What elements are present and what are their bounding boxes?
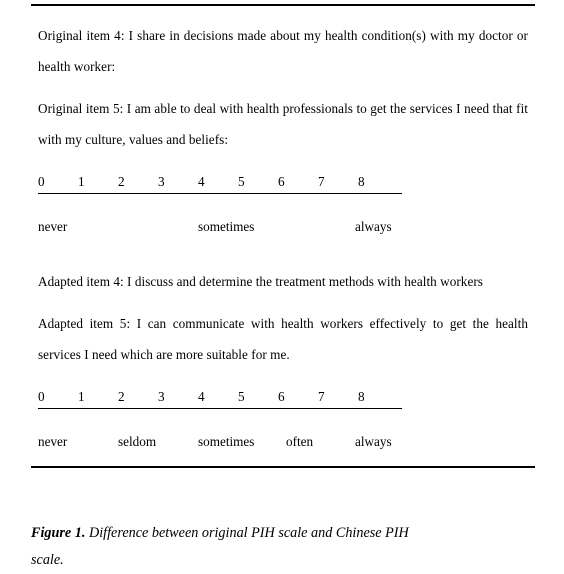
figure-caption-label: Figure 1. (31, 525, 86, 541)
scale-number: 5 (238, 389, 245, 404)
scale-number: 0 (38, 174, 45, 189)
scale-number: 7 (318, 174, 325, 189)
original-scale-anchor-row: never sometimes always (38, 217, 402, 237)
scale-anchor-always: always (355, 219, 392, 234)
scale-anchor-seldom: seldom (118, 434, 157, 449)
scale-number: 0 (38, 389, 45, 404)
original-pih-scale: 0 1 2 3 4 5 6 7 8 never sometimes always (31, 172, 535, 237)
figure-content-box: Original item 4: I share in decisions ma… (31, 4, 535, 468)
scale-number: 6 (278, 174, 285, 189)
scale-number: 1 (78, 174, 85, 189)
figure-caption: Figure 1. Difference between original PI… (31, 520, 535, 574)
scale-number: 3 (158, 389, 165, 404)
scale-number: 1 (78, 389, 85, 404)
scale-number: 6 (278, 389, 285, 404)
document-page: Original item 4: I share in decisions ma… (0, 0, 564, 569)
original-item-4-text: Original item 4: I share in decisions ma… (38, 28, 528, 74)
scale-number: 8 (358, 389, 365, 404)
scale-number: 4 (198, 389, 205, 404)
chinese-pih-scale: 0 1 2 3 4 5 6 7 8 never seldom sometimes… (31, 387, 535, 452)
adapted-item-4-text: Adapted item 4: I discuss and determine … (38, 274, 483, 289)
scale-anchor-never: never (38, 219, 68, 234)
scale-number: 8 (358, 174, 365, 189)
figure-caption-text-line2: scale. (31, 552, 64, 568)
scale-number: 4 (198, 174, 205, 189)
scale-anchor-never: never (38, 434, 68, 449)
scale-number: 7 (318, 389, 325, 404)
original-scale-number-row: 0 1 2 3 4 5 6 7 8 (38, 172, 402, 194)
scale-anchor-often: often (286, 434, 314, 449)
scale-number: 2 (118, 174, 125, 189)
scale-number: 2 (118, 389, 125, 404)
scale-number: 3 (158, 174, 165, 189)
adapted-scale-anchor-row: never seldom sometimes often always (38, 432, 402, 452)
original-item-5-text: Original item 5: I am able to deal with … (38, 101, 528, 147)
adapted-scale-number-row: 0 1 2 3 4 5 6 7 8 (38, 387, 402, 409)
scale-anchor-sometimes: sometimes (198, 219, 255, 234)
figure-caption-text: Difference between original PIH scale an… (85, 525, 409, 541)
scale-anchor-sometimes: sometimes (198, 434, 255, 449)
scale-number: 5 (238, 174, 245, 189)
adapted-item-5-text: Adapted item 5: I can communicate with h… (38, 316, 528, 362)
scale-anchor-always: always (355, 434, 392, 449)
